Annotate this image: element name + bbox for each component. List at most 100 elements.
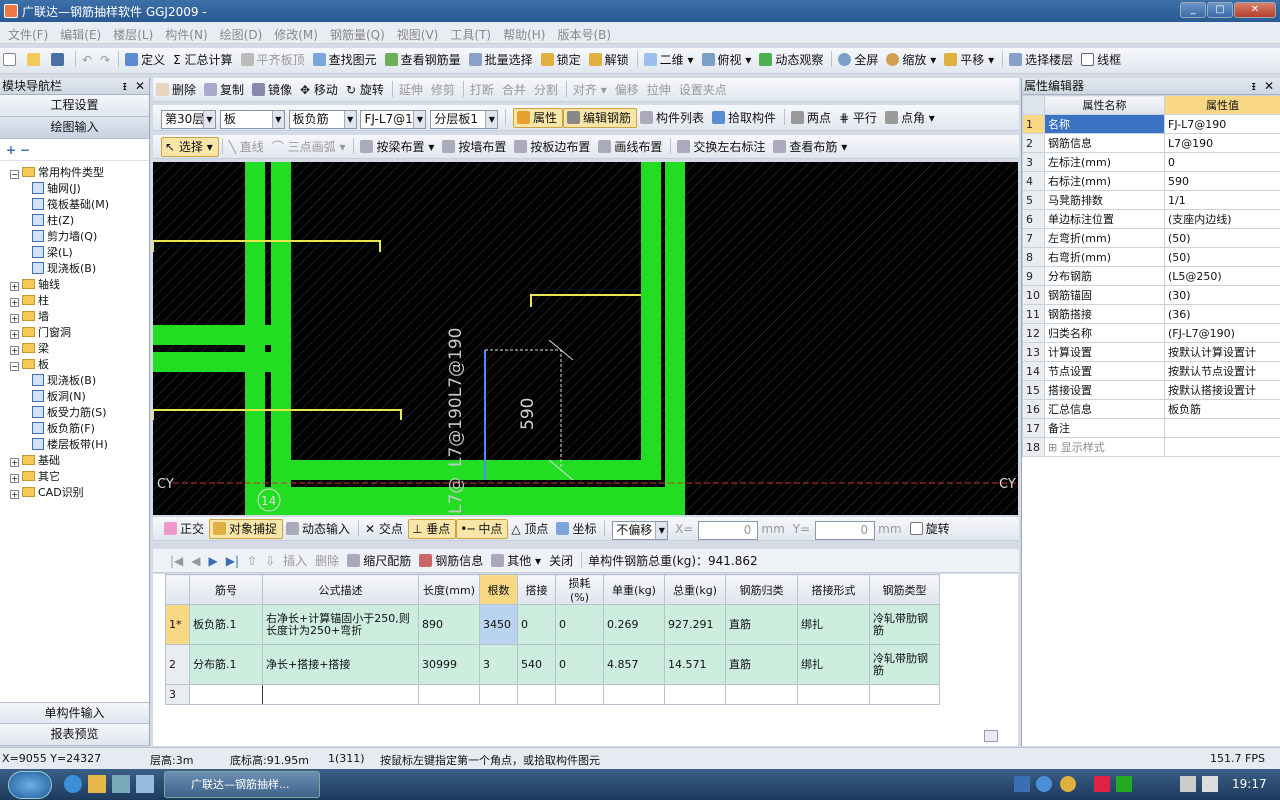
scale-rebar-button[interactable]: 缩尺配筋 [344, 550, 416, 572]
tree-node[interactable]: 板受力筋(S) [10, 405, 149, 421]
expand-icon[interactable]: + [10, 474, 19, 483]
property-row[interactable]: 6 单边标注位置 (支座内边线) [1022, 209, 1280, 229]
tray-icon[interactable] [1094, 776, 1110, 792]
undo-button[interactable]: ↶ [79, 49, 97, 71]
table-cell[interactable] [189, 684, 263, 705]
last-record-button[interactable]: ▶| [223, 550, 244, 572]
property-row[interactable]: 3 左标注(mm) 0 [1022, 152, 1280, 172]
table-cell[interactable] [797, 684, 870, 705]
offset-button[interactable]: 偏移 [612, 79, 644, 101]
tree-node[interactable]: 板洞(N) [10, 389, 149, 405]
table-cell[interactable]: 3 [479, 644, 518, 685]
taskbar-app-button[interactable]: 广联达—钢筋抽样... [164, 771, 320, 798]
property-value[interactable]: (L5@250) [1164, 266, 1280, 286]
table-cell[interactable]: 净长+搭接+搭接 [262, 644, 419, 685]
subtype-select[interactable]: 板负筋 ▼ [288, 109, 357, 129]
align-button[interactable]: 对齐 ▾ [570, 79, 612, 101]
menu-component[interactable]: 构件(N) [157, 22, 211, 43]
view-layout-button[interactable]: 查看布筋 ▾ [770, 136, 852, 158]
swap-labels-button[interactable]: 交换左右标注 [674, 136, 770, 158]
table-cell[interactable]: 绑扎 [797, 644, 870, 685]
property-row[interactable]: 4 右标注(mm) 590 [1022, 171, 1280, 191]
pan-button[interactable]: 平移 ▾ [941, 49, 999, 71]
mid-snap[interactable]: •─ 中点 [456, 519, 509, 539]
menu-modify[interactable]: 修改(M) [266, 22, 322, 43]
fullscreen-button[interactable]: 全屏 [835, 49, 883, 71]
panel-close-icon[interactable]: ✕ [135, 78, 145, 94]
table-row[interactable]: 3 [165, 684, 940, 705]
table-cell[interactable] [603, 684, 665, 705]
row-number[interactable]: 2 [165, 644, 190, 685]
delete-button[interactable]: 删除 [153, 79, 201, 101]
lock-button[interactable]: 锁定 [538, 49, 586, 71]
zoom-button[interactable]: 缩放 ▾ [883, 49, 941, 71]
define-button[interactable]: 定义 [122, 49, 170, 71]
property-row[interactable]: 13 计算设置 按默认计算设置计 [1022, 342, 1280, 362]
media-icon[interactable] [112, 775, 130, 793]
tree-node[interactable]: − 板 [10, 357, 149, 373]
table-cell[interactable] [555, 684, 604, 705]
table-cell[interactable]: 4.857 [603, 644, 665, 685]
vertex-snap[interactable]: △ 顶点 [508, 518, 553, 540]
table-cell[interactable]: 绑扎 [797, 604, 870, 645]
table-cell[interactable]: 890 [418, 604, 480, 645]
property-value[interactable]: 0 [1164, 152, 1280, 172]
table-cell[interactable] [479, 684, 518, 705]
point-angle-button[interactable]: 点角 ▾ [882, 107, 940, 129]
property-value[interactable]: 按默认计算设置计 [1164, 342, 1280, 362]
table-cell[interactable]: 14.571 [664, 644, 726, 685]
volume-icon[interactable] [1202, 776, 1218, 792]
tree-node[interactable]: + 轴线 [10, 277, 149, 293]
drawing-input-button[interactable]: 绘图输入 [0, 117, 149, 139]
expand-icon[interactable]: + [10, 282, 19, 291]
tree-node[interactable]: − 常用构件类型 [10, 165, 149, 181]
property-row[interactable]: 8 右弯折(mm) (50) [1022, 247, 1280, 267]
table-cell[interactable]: 0 [555, 604, 604, 645]
redo-button[interactable]: ↷ [97, 49, 115, 71]
report-preview-button[interactable]: 报表预览 [0, 724, 149, 746]
tree-node[interactable]: 现浇板(B) [10, 373, 149, 389]
menu-tools[interactable]: 工具(T) [442, 22, 495, 43]
expand-icon[interactable]: + [10, 346, 19, 355]
line-button[interactable]: ╲ 直线 [226, 136, 269, 158]
table-cell[interactable]: 3450 [479, 604, 518, 645]
table-cell[interactable]: 0.269 [603, 604, 665, 645]
table-cell[interactable]: 直筋 [725, 644, 798, 685]
pick-component-button[interactable]: 拾取构件 [709, 107, 781, 129]
tree-node[interactable]: 板负筋(F) [10, 421, 149, 437]
property-value[interactable]: (36) [1164, 304, 1280, 324]
tree-node[interactable]: + 门窗洞 [10, 325, 149, 341]
first-record-button[interactable]: |◀ [167, 550, 188, 572]
project-settings-button[interactable]: 工程设置 [0, 95, 149, 117]
property-value[interactable]: 590 [1164, 171, 1280, 191]
property-value[interactable]: 1/1 [1164, 190, 1280, 210]
rebar-info-button[interactable]: 钢筋信息 [416, 550, 488, 572]
layer-select[interactable]: 分层板1 ▼ [430, 109, 499, 129]
copy-button[interactable]: 复制 [201, 79, 249, 101]
pin-icon[interactable]: ᵻ [1252, 78, 1256, 94]
edit-rebar-button[interactable]: 编辑钢筋 [562, 108, 637, 128]
table-cell[interactable]: 直筋 [725, 604, 798, 645]
menu-rebar[interactable]: 钢筋量(Q) [322, 22, 389, 43]
unlock-button[interactable]: 解锁 [586, 49, 634, 71]
y-input[interactable]: 0 [815, 520, 876, 540]
menu-version[interactable]: 版本号(B) [549, 22, 615, 43]
menu-floor[interactable]: 楼层(L) [105, 22, 157, 43]
table-cell[interactable]: 927.291 [664, 604, 726, 645]
tray-icon[interactable] [1014, 776, 1030, 792]
find-button[interactable]: 查找图元 [310, 49, 382, 71]
network-icon[interactable] [1180, 776, 1196, 792]
by-edge-button[interactable]: 按板边布置 [511, 136, 595, 158]
flat-top-button[interactable]: 平齐板顶 [238, 49, 310, 71]
component-select[interactable]: FJ-L7@190 ▼ [360, 109, 427, 129]
coord-snap[interactable]: 坐标 [553, 518, 601, 540]
property-value[interactable]: FJ-L7@190 [1164, 114, 1280, 134]
tree-node[interactable]: 柱(Z) [10, 213, 149, 229]
move-up-button[interactable]: ⇧ [244, 550, 262, 572]
tree-node[interactable]: 梁(L) [10, 245, 149, 261]
table-cell[interactable]: 冷轧带肋钢筋 [869, 644, 940, 685]
intersect-snap[interactable]: ✕ 交点 [362, 518, 408, 540]
parallel-button[interactable]: ⋕ 平行 [836, 107, 882, 129]
dynamic-input-toggle[interactable]: 动态输入 [283, 518, 355, 540]
next-record-button[interactable]: ▶ [206, 550, 223, 572]
